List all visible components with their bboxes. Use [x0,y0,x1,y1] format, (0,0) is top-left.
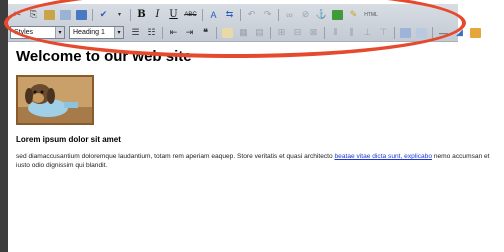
spellcheck-icon[interactable]: ✔ [96,8,111,22]
toolbar-separator [216,26,217,39]
insert-note-icon[interactable] [220,26,235,40]
paste-icon[interactable] [42,8,57,22]
toolbar-separator [278,8,279,21]
toolbar-separator [324,26,325,39]
table-properties-icon[interactable] [414,26,429,40]
subheading: Lorem ipsum dolor sit amet [16,135,121,144]
paragraph-text: sed diamaccusantium doloremque laudantiu… [16,153,335,160]
outdent-icon[interactable]: ⇤ [166,26,181,40]
numbered-list-icon[interactable]: ☰ [128,26,143,40]
format-select-value: Heading 1 [73,29,105,36]
indent-icon[interactable]: ⇥ [182,26,197,40]
table-row-icon[interactable]: ▤ [252,26,267,40]
toolbar-separator [432,26,433,39]
edit-icon[interactable]: ✎ [346,8,361,22]
paste-word-icon[interactable] [74,8,89,22]
chevron-down-icon: ▾ [114,27,123,38]
table-cell-icon[interactable]: ⊞ [274,26,289,40]
bold-button[interactable]: B [134,8,149,22]
paragraph-link[interactable]: beatae vitae dicta sunt, explicabo [335,153,433,160]
link-icon[interactable]: ∞ [282,8,297,22]
cut-icon[interactable]: ✂ [10,8,25,22]
toolbar-separator [394,26,395,39]
dog-image [18,77,92,123]
template-icon[interactable] [398,26,413,40]
delete-row-icon[interactable]: ⊤ [376,26,391,40]
dog-photo[interactable] [16,75,94,125]
replace-icon[interactable]: ⇆ [222,8,237,22]
html-button[interactable]: HTML [362,8,380,22]
insert-row-icon[interactable]: ⊥ [360,26,375,40]
redo-icon[interactable]: ↷ [260,8,275,22]
body-paragraph: sed diamaccusantium doloremque laudantiu… [16,152,492,170]
editor-toolbar: ✂ ⎘ ✔ ▾ B I U ABC A ⇆ ↶ ↷ ∞ ⊘ ⚓ ✎ HTML S… [8,4,481,42]
window-left-edge [0,0,8,252]
horizontal-rule-icon[interactable]: — [436,26,451,40]
toolbar-separator [92,8,93,21]
paste-text-icon[interactable] [58,8,73,22]
toolbar-separator [162,26,163,39]
insert-column-icon[interactable]: ⫴ [328,26,343,40]
blockquote-icon[interactable]: ❝ [198,26,213,40]
delete-column-icon[interactable]: ⫼ [344,26,359,40]
chevron-down-icon: ▾ [55,27,64,38]
page-title: Welcome to our web site [16,48,192,65]
table-icon[interactable]: ▦ [236,26,251,40]
italic-button[interactable]: I [150,8,165,22]
toolbar-separator [240,8,241,21]
document-body: Welcome to our web site Lorem ipsum dolo… [16,48,496,169]
bulleted-list-icon[interactable]: ☷ [144,26,159,40]
grid-icon[interactable] [468,26,483,40]
anchor-icon[interactable]: ⚓ [314,8,329,22]
toolbar-row-2: Styles ▾ Heading 1 ▾ ☰ ☷ ⇤ ⇥ ❝ ▦ ▤ ⊞ ⊟ ⊠… [10,24,483,41]
clean-format-icon[interactable]: ◢ [452,26,467,40]
toolbar-separator [270,26,271,39]
spellcheck-dropdown-icon[interactable]: ▾ [112,8,127,22]
split-cells-icon[interactable]: ⊠ [306,26,321,40]
find-icon[interactable]: A [206,8,221,22]
format-select[interactable]: Heading 1 ▾ [69,26,124,39]
styles-select[interactable]: Styles ▾ [10,26,65,39]
underline-button[interactable]: U [166,8,181,22]
styles-select-value: Styles [14,29,34,36]
strikethrough-button[interactable]: ABC [182,8,199,22]
unlink-icon[interactable]: ⊘ [298,8,313,22]
image-icon[interactable] [330,8,345,22]
merge-cells-icon[interactable]: ⊟ [290,26,305,40]
undo-icon[interactable]: ↶ [244,8,259,22]
toolbar-separator [202,8,203,21]
toolbar-separator [130,8,131,21]
copy-icon[interactable]: ⎘ [26,8,41,22]
toolbar-row-1: ✂ ⎘ ✔ ▾ B I U ABC A ⇆ ↶ ↷ ∞ ⊘ ⚓ ✎ HTML [10,6,380,23]
